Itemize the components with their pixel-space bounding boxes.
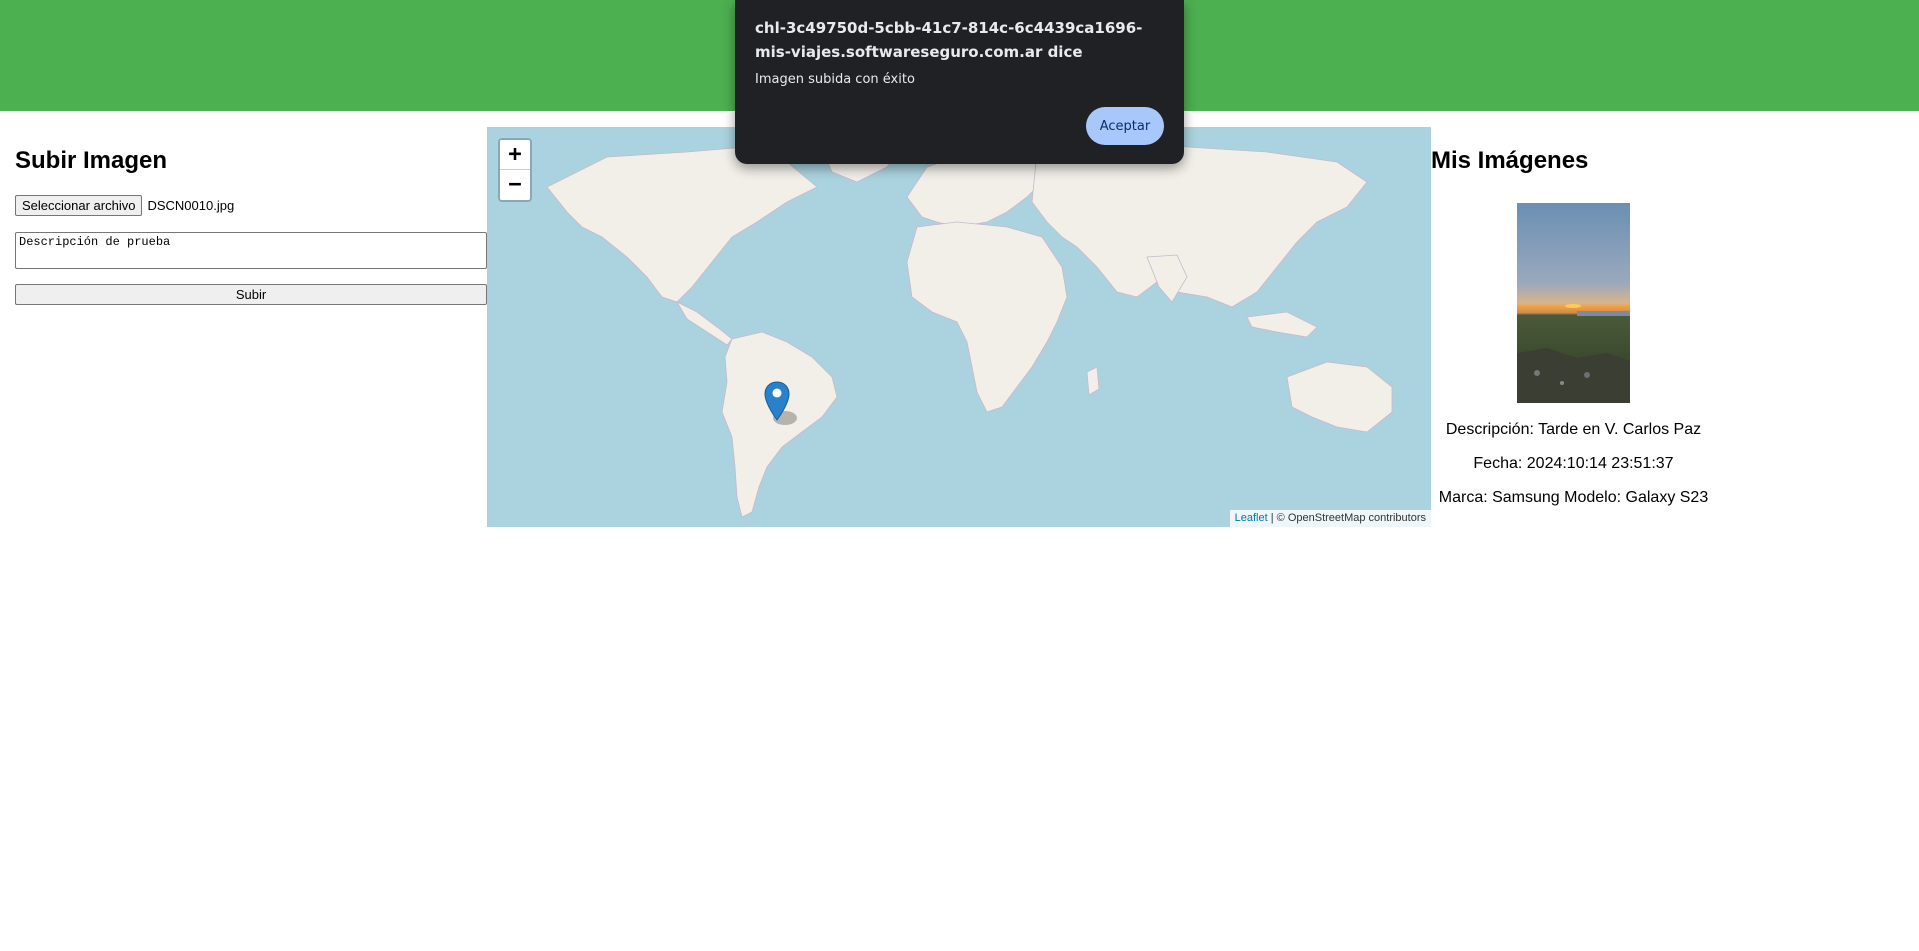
land-se-asia <box>1246 311 1318 338</box>
attribution-text: © OpenStreetMap contributors <box>1276 512 1426 524</box>
land-australia <box>1286 361 1393 433</box>
alert-dialog: chl-3c49750d-5cbb-41c7-814c-6c4439ca1696… <box>735 0 1184 164</box>
image-description: Descripción: Tarde en V. Carlos Paz <box>1445 421 1702 438</box>
zoom-control: + − <box>498 138 532 202</box>
dialog-title: chl-3c49750d-5cbb-41c7-814c-6c4439ca1696… <box>755 19 1143 61</box>
file-picker: Seleccionar archivo DSCN0010.jpg <box>15 195 234 216</box>
zoom-in-button[interactable]: + <box>500 140 530 170</box>
submit-button[interactable]: Subir <box>15 284 487 305</box>
map-marker-icon[interactable] <box>763 380 803 428</box>
land-madagascar <box>1086 366 1100 396</box>
accept-button[interactable]: Aceptar <box>1086 107 1164 145</box>
leaflet-link[interactable]: Leaflet <box>1235 512 1268 524</box>
choose-file-button[interactable]: Seleccionar archivo <box>15 195 143 216</box>
map-tiles <box>546 131 1393 518</box>
images-title: Mis Imágenes <box>1431 147 1589 174</box>
land-north-america <box>546 146 818 303</box>
dialog-message: Imagen subida con éxito <box>755 72 915 87</box>
upload-title: Subir Imagen <box>15 147 168 174</box>
map-attribution: Leaflet | © OpenStreetMap contributors <box>1229 510 1431 527</box>
uploaded-photo-thumbnail[interactable] <box>1517 203 1630 403</box>
image-date: Fecha: 2024:10:14 23:51:37 <box>1473 455 1674 472</box>
world-map[interactable]: + − Leaflet | © OpenStreetMap contributo… <box>487 127 1431 527</box>
images-section: Mis Imágenes Descripción: Tarde en V. Ca… <box>1431 146 1716 506</box>
upload-section: Subir Imagen Seleccionar archivo DSCN001… <box>15 146 487 305</box>
zoom-out-button[interactable]: − <box>500 170 530 200</box>
land-central-america <box>675 301 733 346</box>
description-input[interactable]: Descripción de prueba <box>15 232 487 269</box>
attribution-separator: | <box>1267 512 1277 524</box>
land-africa <box>906 221 1068 413</box>
selected-file-name: DSCN0010.jpg <box>147 198 235 213</box>
image-device: Marca: Samsung Modelo: Galaxy S23 <box>1438 489 1709 506</box>
land-asia <box>1031 141 1368 308</box>
